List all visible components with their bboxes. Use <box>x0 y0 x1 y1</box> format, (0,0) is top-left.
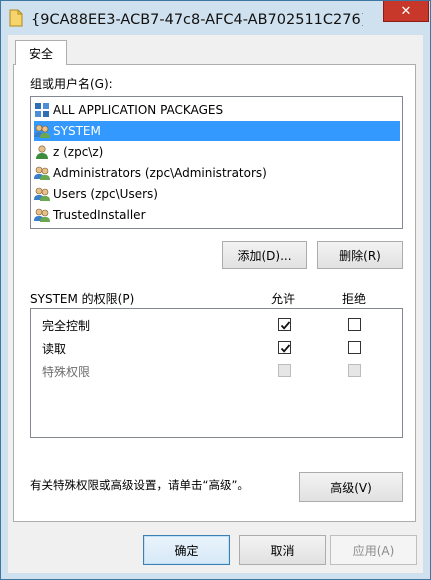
deny-checkbox-full-control[interactable] <box>348 318 361 331</box>
apply-button: 应用(A) <box>330 535 417 565</box>
list-item-users[interactable]: Users (zpc\Users) <box>34 184 400 204</box>
remove-button-label: 删除(R) <box>339 248 381 263</box>
users-listbox[interactable]: ALL APPLICATION PACKAGES SYSTEM z (zpc\z… <box>30 96 403 229</box>
perm-name: 特殊权限 <box>42 365 91 379</box>
file-icon <box>9 9 23 27</box>
deny-column-header: 拒绝 <box>342 292 367 306</box>
checkmark-icon <box>280 321 291 330</box>
app-packages-icon <box>34 102 50 118</box>
ok-button-label: 确定 <box>174 543 199 558</box>
perm-name: 读取 <box>42 342 67 356</box>
users-group-icon <box>34 207 50 223</box>
deny-checkbox-special <box>348 364 361 377</box>
close-button[interactable]: ✕ <box>383 1 429 22</box>
groups-label: 组或用户名(G): <box>30 77 113 91</box>
tab-security[interactable]: 安全 <box>15 40 67 65</box>
dialog-client-area: 安全 组或用户名(G): ALL APPLICATION PACKAGES SY… <box>8 35 423 573</box>
allow-column-header: 允许 <box>271 292 296 306</box>
user-name: SYSTEM <box>53 124 101 138</box>
window-title: {9CA88EE3-ACB7-47c8-AFC4-AB702511C276} 的… <box>31 12 363 28</box>
users-group-icon <box>34 186 50 202</box>
permissions-title: SYSTEM 的权限(P) <box>30 292 135 306</box>
list-item-administrators[interactable]: Administrators (zpc\Administrators) <box>34 163 400 183</box>
add-button[interactable]: 添加(D)... <box>222 241 307 269</box>
users-group-icon <box>34 123 50 139</box>
permissions-list: 完全控制 读取 特殊权限 <box>30 308 403 438</box>
apply-button-label: 应用(A) <box>352 543 395 558</box>
perm-row-read: 读取 <box>32 337 402 357</box>
allow-checkbox-special <box>278 364 291 377</box>
cancel-button[interactable]: 取消 <box>239 535 326 565</box>
advanced-button-label: 高级(V) <box>330 480 372 495</box>
user-name: Administrators (zpc\Administrators) <box>53 166 267 180</box>
user-name: ALL APPLICATION PACKAGES <box>53 103 224 117</box>
allow-checkbox-read[interactable] <box>278 341 291 354</box>
advanced-hint: 有关特殊权限或高级设置，请单击“高级”。 <box>30 478 249 492</box>
allow-checkbox-full-control[interactable] <box>278 318 291 331</box>
list-item-all-application-packages[interactable]: ALL APPLICATION PACKAGES <box>34 100 400 120</box>
deny-checkbox-read[interactable] <box>348 341 361 354</box>
perm-row-special: 特殊权限 <box>32 360 402 380</box>
user-name: Users (zpc\Users) <box>53 187 158 201</box>
title-bar[interactable]: {9CA88EE3-ACB7-47c8-AFC4-AB702511C276} 的… <box>1 1 430 35</box>
cancel-button-label: 取消 <box>270 543 295 558</box>
advanced-button[interactable]: 高级(V) <box>299 472 403 502</box>
list-item-trustedinstaller[interactable]: TrustedInstaller <box>34 205 400 225</box>
user-name: TrustedInstaller <box>53 208 146 222</box>
users-group-icon <box>34 165 50 181</box>
close-icon: ✕ <box>400 3 412 19</box>
perm-row-full-control: 完全控制 <box>32 314 402 334</box>
add-button-label: 添加(D)... <box>237 248 292 263</box>
list-item-system[interactable]: SYSTEM <box>34 121 400 141</box>
list-item-z[interactable]: z (zpc\z) <box>34 142 400 162</box>
user-name: z (zpc\z) <box>53 145 104 159</box>
tab-label: 安全 <box>28 46 53 61</box>
perm-name: 完全控制 <box>42 319 91 333</box>
user-icon <box>34 144 50 160</box>
checkmark-icon <box>280 344 291 353</box>
security-tab-panel: 组或用户名(G): ALL APPLICATION PACKAGES SYSTE… <box>13 64 416 522</box>
ok-button[interactable]: 确定 <box>143 535 230 565</box>
remove-button[interactable]: 删除(R) <box>317 241 403 269</box>
properties-dialog: {9CA88EE3-ACB7-47c8-AFC4-AB702511C276} 的… <box>0 0 431 580</box>
